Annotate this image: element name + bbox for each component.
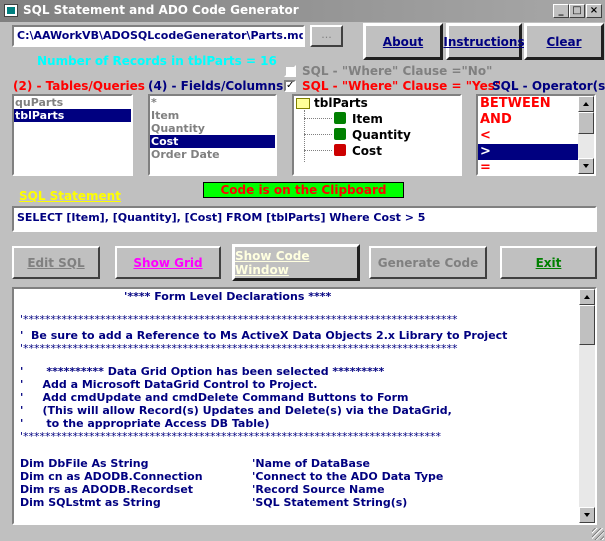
where-yes-label: SQL - "Where" Clause = "Yes" <box>302 79 502 93</box>
folder-icon <box>296 98 310 109</box>
code-line: Dim DbFile As String <box>20 457 149 470</box>
code-comment: 'SQL Statement String(s) <box>252 496 408 509</box>
resize-grip-icon[interactable] <box>592 528 604 540</box>
operator-item[interactable]: BETWEEN <box>478 96 594 112</box>
code-line: '***************************************… <box>20 430 442 443</box>
tree-branch <box>304 134 332 135</box>
scroll-down-icon[interactable] <box>578 158 594 174</box>
operator-item[interactable]: = <box>478 160 594 174</box>
code-line: Dim rs as ADODB.Recordset <box>20 483 194 496</box>
show-code-window-button[interactable]: Show Code Window <box>232 244 360 281</box>
sql-label: SQL Statement <box>19 189 121 203</box>
exit-button[interactable]: Exit <box>500 246 597 279</box>
code-line: ' (This will allow Record(s) Updates and… <box>20 404 452 417</box>
tree-item[interactable]: Quantity <box>352 128 411 142</box>
code-line: '***************************************… <box>20 342 458 355</box>
app-icon <box>4 4 18 17</box>
edit-sql-button[interactable]: Edit SQL <box>12 246 100 279</box>
generate-code-button[interactable]: Generate Code <box>369 246 487 279</box>
field-tree[interactable]: tblParts Item Quantity Cost <box>292 94 462 176</box>
db-path-field[interactable]: C:\AAWorkVB\ADOSQLcodeGenerator\Parts.md… <box>12 25 305 47</box>
scroll-up-icon[interactable] <box>579 289 595 305</box>
field-icon <box>334 144 346 156</box>
list-item[interactable]: Cost <box>150 135 275 148</box>
where-no-label: SQL - "Where" Clause ="No" <box>302 64 493 78</box>
code-line: ' Be sure to add a Reference to Ms Activ… <box>20 329 508 342</box>
where-yes-checkbox[interactable]: ✓ <box>284 80 296 92</box>
record-count: Number of Records in tblParts = 16 <box>37 54 277 68</box>
scroll-thumb[interactable] <box>579 305 595 345</box>
list-item[interactable]: quParts <box>14 96 131 109</box>
list-item[interactable]: Item <box>150 109 275 122</box>
code-scrollbar[interactable] <box>579 289 595 523</box>
operators-scrollbar[interactable] <box>578 96 594 174</box>
scroll-down-icon[interactable] <box>579 507 595 523</box>
code-comment: 'Name of DataBase <box>252 457 370 470</box>
instructions-button[interactable]: Instructions <box>443 23 525 60</box>
tables-list[interactable]: quParts tblParts <box>12 94 133 176</box>
tree-branch <box>304 150 332 151</box>
code-line: ' Add cmdUpdate and cmdDelete Command Bu… <box>20 391 409 404</box>
code-line: '**** Form Level Declarations **** <box>124 290 332 303</box>
tree-branch <box>304 118 332 119</box>
fields-list[interactable]: * Item Quantity Cost Order Date <box>148 94 277 176</box>
about-button[interactable]: About <box>363 23 443 60</box>
close-icon[interactable]: × <box>586 4 602 18</box>
list-item[interactable]: Order Date <box>150 148 275 161</box>
code-comment: 'Record Source Name <box>252 483 385 496</box>
clear-button[interactable]: Clear <box>524 23 604 60</box>
code-comment: 'Connect to the ADO Data Type <box>252 470 444 483</box>
browse-button[interactable]: ... <box>310 25 343 47</box>
code-line: Dim cn as ADODB.Connection <box>20 470 203 483</box>
where-no-checkbox[interactable] <box>284 65 296 77</box>
title-bar: SQL Statement and ADO Code Generator _ □… <box>0 0 605 22</box>
sql-statement-field[interactable]: SELECT [Item], [Quantity], [Cost] FROM [… <box>12 206 597 232</box>
scroll-up-icon[interactable] <box>578 96 594 112</box>
tables-label: (2) - Tables/Queries <box>13 79 145 93</box>
window-title: SQL Statement and ADO Code Generator <box>23 3 299 17</box>
field-icon <box>334 128 346 140</box>
clipboard-status: Code is on the Clipboard <box>203 182 404 198</box>
scroll-thumb[interactable] <box>578 112 594 134</box>
operator-item[interactable]: > <box>478 144 578 160</box>
fields-label: (4) - Fields/Columns <box>148 79 284 93</box>
operator-item[interactable]: < <box>478 128 594 144</box>
maximize-icon[interactable]: □ <box>569 4 585 18</box>
code-line: ' Add a Microsoft DataGrid Control to Pr… <box>20 378 318 391</box>
code-line: ' to the appropriate Access DB Table) <box>20 417 270 430</box>
show-grid-button[interactable]: Show Grid <box>115 246 221 279</box>
minimize-icon[interactable]: _ <box>553 4 569 18</box>
list-item[interactable]: Quantity <box>150 122 275 135</box>
list-item[interactable]: * <box>150 96 275 109</box>
field-icon <box>334 112 346 124</box>
operators-list[interactable]: BETWEEN AND < > = <box>476 94 596 176</box>
list-item[interactable]: tblParts <box>14 109 131 122</box>
operator-item[interactable]: AND <box>478 112 594 128</box>
operator-label: SQL - Operator(s) <box>492 79 605 93</box>
code-line: Dim SQLstmt as String <box>20 496 161 509</box>
code-line: '***************************************… <box>20 313 458 326</box>
tree-item[interactable]: Cost <box>352 144 382 158</box>
code-window[interactable]: '**** Form Level Declarations **** '****… <box>12 287 597 525</box>
code-line: ' ********** Data Grid Option has been s… <box>20 365 385 378</box>
tree-item[interactable]: Item <box>352 112 383 126</box>
tree-root[interactable]: tblParts <box>314 96 368 110</box>
